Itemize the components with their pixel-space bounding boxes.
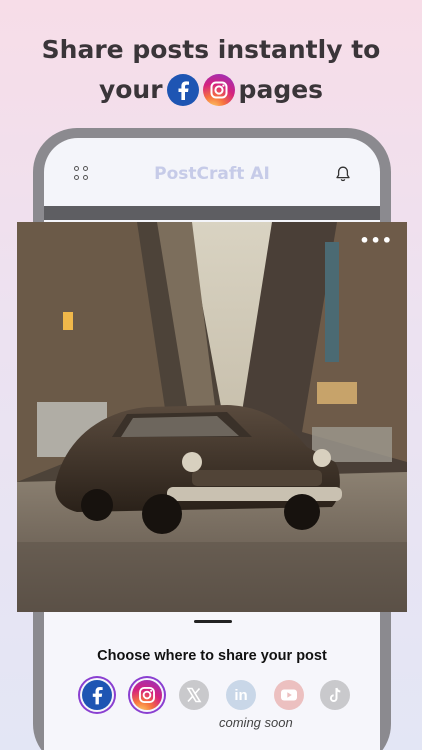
headline-prefix: your: [98, 75, 163, 104]
share-facebook-button[interactable]: [82, 680, 112, 710]
headline-line1: Share posts instantly to: [41, 35, 381, 64]
share-x-button[interactable]: [179, 680, 209, 710]
youtube-icon: [281, 689, 297, 701]
app-bar-divider: [44, 206, 380, 220]
coming-soon-label: coming soon: [219, 715, 293, 730]
headline-suffix: pages: [238, 75, 324, 104]
sheet-handle[interactable]: [194, 620, 232, 623]
share-sheet: Choose where to share your post in comin…: [44, 612, 380, 750]
instagram-icon: [202, 74, 235, 106]
share-platforms: in: [82, 680, 352, 714]
share-instagram-button[interactable]: [132, 680, 162, 710]
app-title: PostCraft AI: [154, 164, 270, 184]
app-bar: PostCraft AI: [44, 138, 380, 208]
instagram-icon: [139, 687, 155, 703]
share-youtube-button[interactable]: [274, 680, 304, 710]
tiktok-icon: [329, 687, 341, 702]
headline: Share posts instantly to your pages: [0, 30, 422, 110]
linkedin-icon: in: [234, 686, 248, 704]
share-tiktok-button[interactable]: [320, 680, 350, 710]
vintage-car-street-illustration: [17, 222, 407, 612]
facebook-icon: [92, 686, 103, 705]
facebook-icon: [166, 74, 199, 106]
post-image[interactable]: •••: [17, 222, 407, 612]
bell-icon[interactable]: [334, 165, 352, 183]
more-options-icon[interactable]: •••: [359, 233, 393, 249]
share-linkedin-button[interactable]: in: [226, 680, 256, 710]
x-icon: [186, 687, 202, 703]
share-sheet-title: Choose where to share your post: [97, 648, 327, 664]
headline-line2: your pages: [0, 70, 422, 110]
